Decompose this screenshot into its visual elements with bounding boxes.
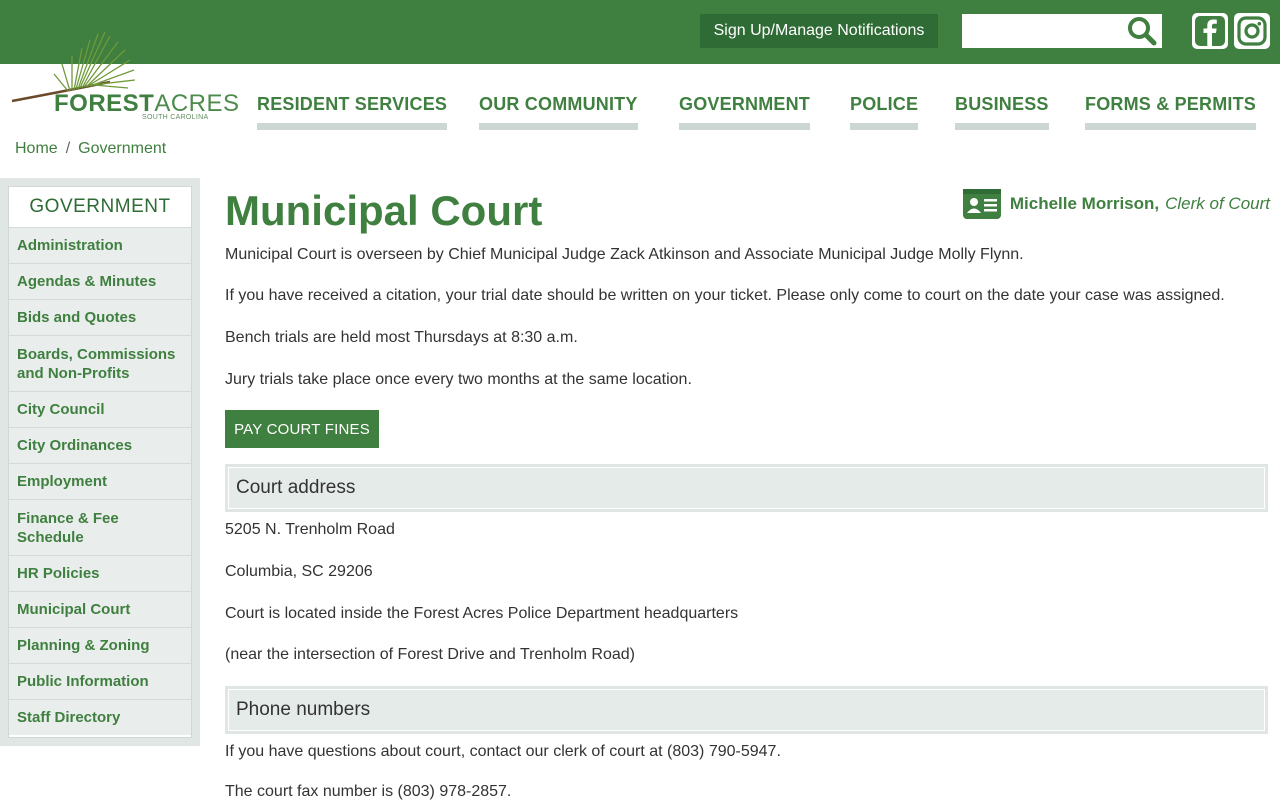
- sidebar-title: GOVERNMENT: [29, 196, 171, 217]
- clerk-name[interactable]: Michelle Morrison,: [1010, 194, 1159, 214]
- nav-our-community[interactable]: OUR COMMUNITY: [479, 90, 638, 130]
- sidebar-item-bids-quotes[interactable]: Bids and Quotes: [9, 299, 191, 335]
- sidebar-panel: GOVERNMENT Administration Agendas & Minu…: [8, 186, 192, 738]
- phone-fax: The court fax number is (803) 978-2857.: [225, 783, 512, 800]
- intro-jury-trials: Jury trials take place once every two mo…: [225, 371, 692, 388]
- address-heading: Court address: [228, 467, 1265, 509]
- pay-court-fines-button[interactable]: PAY COURT FINES: [225, 410, 379, 448]
- breadcrumb-separator: /: [65, 140, 71, 157]
- sidebar-item-city-council[interactable]: City Council: [9, 391, 191, 427]
- sidebar-item-staff-directory[interactable]: Staff Directory: [9, 699, 191, 735]
- sidebar-item-hr-policies[interactable]: HR Policies: [9, 555, 191, 591]
- nav-government[interactable]: GOVERNMENT: [679, 90, 811, 130]
- breadcrumb-current[interactable]: Government: [78, 140, 166, 157]
- sidebar-item-public-information[interactable]: Public Information: [9, 663, 191, 699]
- nav-resident-services[interactable]: RESIDENT SERVICES: [257, 90, 448, 130]
- sidebar-item-finance-fee[interactable]: Finance & Fee Schedule: [9, 499, 191, 555]
- sidebar-item-city-ordinances[interactable]: City Ordinances: [9, 427, 191, 463]
- address-intersection-note: (near the intersection of Forest Drive a…: [225, 646, 635, 663]
- sidebar-item-administration[interactable]: Administration: [9, 227, 191, 263]
- notifications-button[interactable]: Sign Up/Manage Notifications: [700, 14, 938, 48]
- logo-name-light: ACRES: [154, 90, 240, 117]
- breadcrumb-home[interactable]: Home: [15, 140, 58, 157]
- phone-section-header: Phone numbers: [225, 686, 1268, 734]
- clerk-role: Clerk of Court: [1165, 194, 1270, 213]
- sidebar-item-agendas-minutes[interactable]: Agendas & Minutes: [9, 263, 191, 299]
- address-city: Columbia, SC 29206: [225, 563, 373, 580]
- phone-heading: Phone numbers: [228, 689, 1265, 731]
- instagram-icon[interactable]: [1234, 13, 1270, 49]
- logo-subtitle: SOUTH CAROLINA: [142, 114, 209, 121]
- intro-judges: Municipal Court is overseen by Chief Mun…: [225, 246, 1024, 263]
- sidebar-item-planning-zoning[interactable]: Planning & Zoning: [9, 627, 191, 663]
- search-icon[interactable]: [1124, 14, 1160, 48]
- intro-bench-trials: Bench trials are held most Thursdays at …: [225, 329, 578, 346]
- phone-clerk: If you have questions about court, conta…: [225, 743, 781, 760]
- address-street: 5205 N. Trenholm Road: [225, 521, 395, 538]
- page-title: Municipal Court: [225, 187, 543, 234]
- address-section-header: Court address: [225, 464, 1268, 512]
- sidebar-item-employment[interactable]: Employment: [9, 463, 191, 499]
- sidebar: GOVERNMENT Administration Agendas & Minu…: [0, 178, 200, 746]
- nav-forms-permits[interactable]: FORMS & PERMITS: [1085, 90, 1257, 130]
- breadcrumb: Home / Government: [15, 140, 166, 158]
- nav-business[interactable]: BUSINESS: [955, 90, 1049, 130]
- id-card-icon: [962, 189, 1001, 219]
- sidebar-item-boards-commissions[interactable]: Boards, Commissions and Non-Profits: [9, 335, 191, 391]
- logo-name-bold: FOREST: [54, 90, 155, 117]
- facebook-icon[interactable]: [1192, 13, 1228, 49]
- search-input[interactable]: [966, 17, 1122, 45]
- sidebar-item-municipal-court[interactable]: Municipal Court: [9, 591, 191, 627]
- clerk-contact[interactable]: Michelle Morrison, Clerk of Court: [962, 189, 1270, 219]
- nav-police[interactable]: POLICE: [850, 90, 919, 130]
- intro-citation: If you have received a citation, your tr…: [225, 287, 1225, 304]
- address-location-note: Court is located inside the Forest Acres…: [225, 605, 739, 622]
